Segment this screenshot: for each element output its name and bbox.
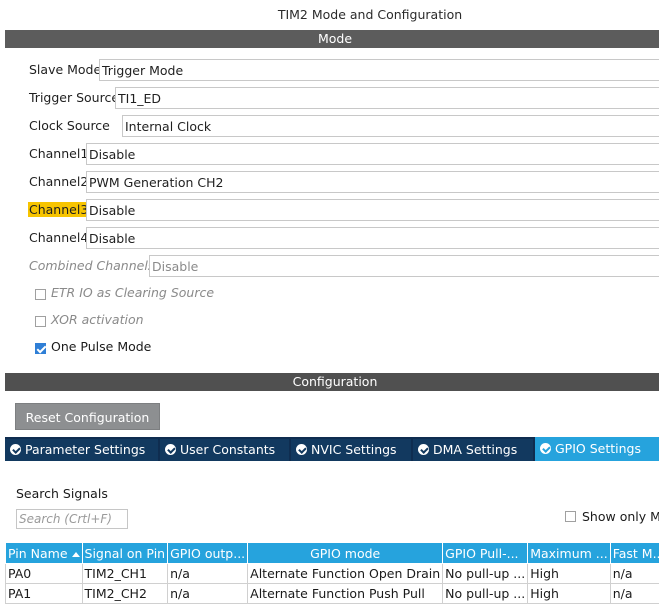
cell-gpio-output: n/a <box>167 563 249 584</box>
cell-maximum: High <box>527 563 611 584</box>
etr-io-checkbox <box>35 289 46 300</box>
cell-fast-mode: n/a <box>609 583 659 604</box>
column-header-gpio-mode[interactable]: GPIO mode <box>247 542 444 564</box>
channel1-label: Channel1 <box>29 146 89 161</box>
window-title: TIM2 Mode and Configuration <box>277 7 463 22</box>
clock-source-label: Clock Source <box>29 118 110 133</box>
gpio-signals-table: Pin Name Signal on Pin GPIO outp... GPIO… <box>5 542 659 604</box>
cell-gpio-output: n/a <box>167 583 249 604</box>
tab-label: DMA Settings <box>433 442 518 457</box>
clock-source-select[interactable]: Internal Clock <box>122 115 659 137</box>
mode-section-header: Mode <box>5 30 659 48</box>
tab-label: Parameter Settings <box>25 442 146 457</box>
search-signals-input[interactable] <box>16 509 128 529</box>
tab-gpio-settings[interactable]: GPIO Settings <box>535 437 659 461</box>
check-circle-icon <box>10 444 21 455</box>
cell-signal: TIM2_CH1 <box>81 563 169 584</box>
channel3-label: Channel3 <box>28 202 90 217</box>
one-pulse-mode-checkbox[interactable] <box>35 343 46 354</box>
column-header-gpio-output[interactable]: GPIO outp... <box>167 542 249 564</box>
slave-mode-label: Slave Mode <box>29 62 102 77</box>
sort-ascending-icon <box>71 551 80 557</box>
column-header-fast-mode[interactable]: Fast M... <box>609 542 659 564</box>
check-circle-icon <box>418 444 429 455</box>
tab-dma-settings[interactable]: DMA Settings <box>413 439 533 461</box>
show-only-modified-checkbox[interactable] <box>565 511 576 522</box>
tab-nvic-settings[interactable]: NVIC Settings <box>291 439 411 461</box>
combined-channels-label: Combined Channels <box>29 258 155 273</box>
configuration-section-header: Configuration <box>5 373 659 391</box>
cell-gpio-pull: No pull-up ... <box>442 563 529 584</box>
tab-label: User Constants <box>180 442 276 457</box>
cell-gpio-mode: Alternate Function Open Drain <box>247 563 444 584</box>
cell-maximum: High <box>527 583 611 604</box>
channel4-label: Channel4 <box>29 230 89 245</box>
check-circle-icon <box>165 444 176 455</box>
check-circle-icon <box>296 444 307 455</box>
cell-pin-name: PA1 <box>5 583 83 604</box>
channel4-select[interactable]: Disable <box>86 227 659 249</box>
tab-label: GPIO Settings <box>555 441 641 456</box>
etr-io-label: ETR IO as Clearing Source <box>51 285 215 300</box>
cell-gpio-pull: No pull-up ... <box>442 583 529 604</box>
channel2-select[interactable]: PWM Generation CH2 <box>86 171 659 193</box>
column-header-pin-name[interactable]: Pin Name <box>5 542 83 564</box>
search-signals-label: Search Signals <box>16 486 108 501</box>
channel2-label: Channel2 <box>29 174 89 189</box>
xor-activation-label: XOR activation <box>51 312 144 327</box>
channel3-select[interactable]: Disable <box>86 199 659 221</box>
check-circle-icon <box>540 443 551 454</box>
tab-user-constants[interactable]: User Constants <box>160 439 289 461</box>
column-header-signal[interactable]: Signal on Pin <box>81 542 169 564</box>
reset-configuration-button[interactable]: Reset Configuration <box>15 403 160 430</box>
tab-parameter-settings[interactable]: Parameter Settings <box>5 439 158 461</box>
trigger-source-label: Trigger Source <box>29 90 120 105</box>
show-only-modified-label[interactable]: Show only Mo <box>582 509 659 524</box>
channel1-select[interactable]: Disable <box>86 143 659 165</box>
cell-gpio-mode: Alternate Function Push Pull <box>247 583 444 604</box>
cell-pin-name: PA0 <box>5 563 83 584</box>
trigger-source-select[interactable]: TI1_ED <box>115 87 659 109</box>
cell-fast-mode: n/a <box>609 563 659 584</box>
combined-channels-select: Disable <box>149 255 659 277</box>
cell-signal: TIM2_CH2 <box>81 583 169 604</box>
xor-activation-checkbox <box>35 316 46 327</box>
tab-label: NVIC Settings <box>311 442 397 457</box>
table-header-row: Pin Name Signal on Pin GPIO outp... GPIO… <box>5 542 659 564</box>
column-header-gpio-pull[interactable]: GPIO Pull-... <box>442 542 529 564</box>
slave-mode-select[interactable]: Trigger Mode <box>99 59 659 81</box>
table-row[interactable]: PA0 TIM2_CH1 n/a Alternate Function Open… <box>5 563 659 584</box>
one-pulse-mode-label[interactable]: One Pulse Mode <box>51 339 151 354</box>
table-row[interactable]: PA1 TIM2_CH2 n/a Alternate Function Push… <box>5 583 659 604</box>
column-header-maximum[interactable]: Maximum ... <box>527 542 611 564</box>
